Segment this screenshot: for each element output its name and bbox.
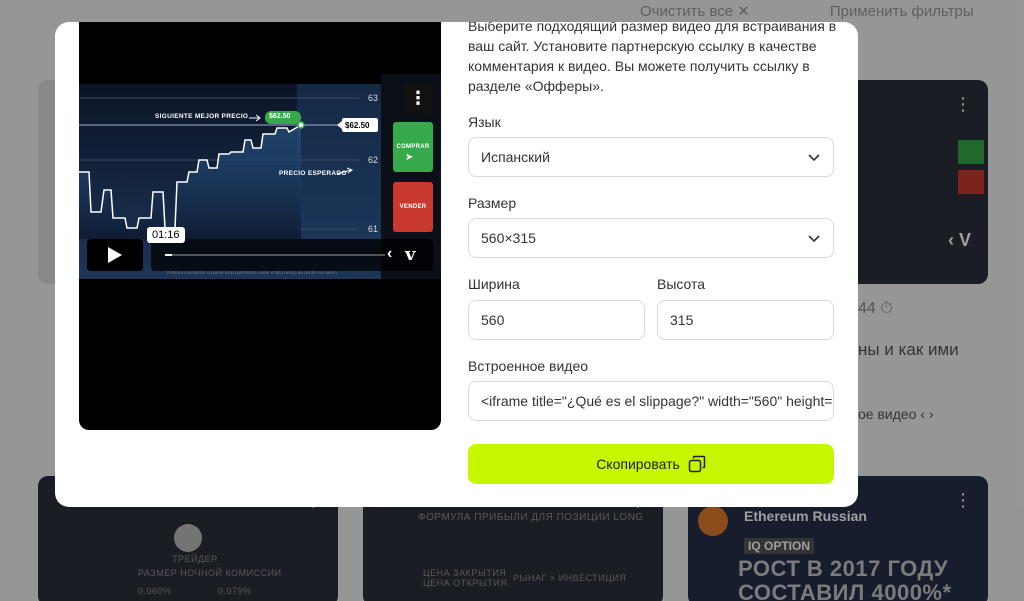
height-label: Высота: [657, 276, 706, 292]
copy-button[interactable]: Скопировать: [468, 444, 834, 484]
axis-label-63: 63: [368, 93, 379, 103]
progress-bar[interactable]: [165, 254, 385, 256]
sell-button: VENDER: [393, 182, 433, 232]
next-best-price-label: SIGUIENTE MEJOR PRECIO: [155, 113, 249, 120]
copy-icon: [688, 455, 706, 473]
video-player[interactable]: SIGUIENTE MEJOR PRECIO $62.50 $62.50 PRE…: [79, 22, 441, 430]
size-select[interactable]: 560×315: [468, 218, 834, 258]
intro-text: Выберите подходящий размер видео для вст…: [468, 22, 837, 94]
play-button[interactable]: [87, 239, 143, 271]
chevron-left-icon[interactable]: ‹: [387, 245, 392, 263]
copy-button-label: Скопировать: [596, 456, 680, 472]
video-more-icon[interactable]: ⋮: [403, 84, 433, 114]
embed-video-modal: SIGUIENTE MEJOR PRECIO $62.50 $62.50 PRE…: [55, 22, 858, 507]
play-icon: [108, 247, 122, 263]
expected-price-label: PRECIO ESPERADO: [279, 170, 347, 177]
language-label: Язык: [468, 114, 501, 130]
price-tag-green: $62.50: [269, 113, 291, 120]
time-tooltip: 01:16: [147, 227, 185, 243]
size-label: Размер: [468, 195, 517, 211]
width-input[interactable]: 560: [468, 300, 645, 340]
chevron-down-icon: [808, 154, 820, 162]
size-value: 560×315: [481, 230, 536, 246]
height-input[interactable]: 315: [657, 300, 834, 340]
language-value: Испанский: [481, 149, 550, 165]
embed-label: Встроенное видео: [468, 358, 589, 374]
width-label: Ширина: [468, 276, 520, 292]
video-controls: 01:16 ‹ v: [87, 227, 433, 271]
cursor-icon: ➤: [405, 152, 414, 163]
progress-fill: [165, 254, 172, 256]
embed-code-field[interactable]: <iframe title="¿Qué es el slippage?" wid…: [468, 381, 834, 421]
axis-label-62: 62: [368, 155, 379, 165]
language-select[interactable]: Испанский: [468, 137, 834, 177]
chevron-down-icon: [808, 235, 820, 243]
axis-label-61: 61: [368, 224, 379, 234]
price-tag-white: $62.50: [345, 121, 370, 130]
buy-button: COMPRAR: [393, 122, 433, 172]
vimeo-icon[interactable]: v: [405, 244, 415, 265]
